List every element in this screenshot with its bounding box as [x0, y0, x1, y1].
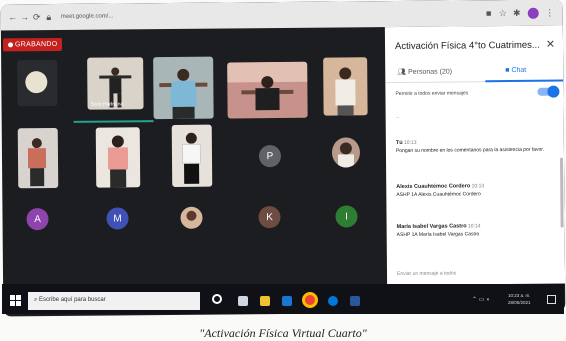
recording-label: GRABANDO [14, 40, 58, 49]
active-speaker-bar [73, 120, 154, 123]
address-bar[interactable]: meet.google.com/... [61, 10, 482, 19]
screen-frame: ← → ⟳ 🔒︎ meet.google.com/... ■ ☆ ✱ ⋮ GRA… [0, 0, 566, 317]
chat-icon: ■ [505, 67, 510, 75]
panel-tabs: 👥︎ Personas (20) ■ Chat [385, 61, 564, 84]
chat-input[interactable]: Enviar un mensaje a todos [397, 270, 456, 277]
chat-message: Tú 10:13 Pongan su nombre en los comenta… [395, 139, 545, 155]
panel-title: Activación Física 4°to Cuatrimes... [394, 39, 540, 53]
avatar-initial: I [335, 205, 358, 228]
windows-taskbar: ⌕ Escribe aquí para buscar ⌃ ▭ ◖ 10:23 a… [2, 284, 564, 314]
menu-icon[interactable]: ⋮ [543, 7, 557, 18]
active-tab-indicator [485, 79, 564, 83]
extensions-icon[interactable]: ✱ [510, 7, 524, 18]
avatar-initial: P [258, 145, 282, 168]
avatar-initial: A [26, 208, 49, 231]
chat-scrollbar[interactable] [560, 157, 564, 228]
avatar [25, 71, 48, 94]
edge-icon[interactable] [328, 296, 338, 306]
participant-tile[interactable] [323, 57, 368, 116]
avatar-initial: K [258, 206, 281, 229]
participant-tile[interactable] [171, 124, 213, 187]
forward-icon[interactable]: → [19, 12, 31, 22]
allow-messages-toggle[interactable] [537, 85, 560, 98]
participant-tile[interactable] [227, 61, 308, 119]
search-icon: ⌕ [34, 297, 38, 303]
participant-tile[interactable] [17, 59, 58, 107]
cortana-icon[interactable] [212, 294, 222, 304]
camera-icon[interactable]: ■ [482, 8, 496, 18]
participant-tile[interactable] [331, 137, 361, 168]
reload-icon[interactable]: ⟳ [31, 12, 43, 23]
profile-avatar[interactable] [527, 7, 539, 19]
toggle-label: Permitir a todos enviar mensajes [395, 90, 469, 98]
avatar [180, 206, 203, 229]
lock-icon: 🔒︎ [46, 11, 52, 22]
notifications-icon[interactable] [547, 295, 556, 304]
participant-tile[interactable] [95, 127, 141, 188]
avatar-initial: M [106, 207, 129, 230]
store-icon[interactable] [282, 296, 292, 306]
close-icon[interactable]: ✕ [546, 38, 555, 51]
word-icon[interactable] [350, 296, 360, 306]
tray-icons[interactable]: ⌃ ▭ ◖ [472, 296, 490, 303]
task-view-icon[interactable] [238, 296, 248, 306]
tab-people[interactable]: 👥︎ Personas (20) [397, 68, 452, 76]
participant-tile[interactable]: Sixto Hadriana [87, 57, 144, 110]
bookmark-star-icon[interactable]: ☆ [496, 8, 510, 19]
recording-badge: GRABANDO [2, 37, 63, 52]
taskbar-search-input[interactable]: ⌕ Escribe aquí para buscar [28, 292, 200, 310]
chat-panel: Activación Física 4°to Cuatrimes... ✕ 👥︎… [384, 25, 566, 286]
chat-message: María Isabel Vargas Castro 10:14 ASHP 1A… [396, 223, 481, 239]
participant-tile[interactable] [17, 127, 59, 189]
chat-message: ... [395, 113, 400, 121]
clock[interactable]: 10:23 a. m. 28/05/2021 [508, 292, 531, 306]
chat-message: Alexis Cuauhtémoc Cordero 10:13 ASHP 1A … [396, 183, 485, 199]
record-dot-icon [7, 42, 14, 48]
participant-name: Sixto Hadriana [90, 101, 124, 108]
people-icon: 👥︎ [397, 68, 407, 76]
back-icon[interactable]: ← [7, 12, 19, 22]
participant-tile[interactable] [153, 56, 214, 120]
photo-caption: "Activación Física Virtual Cuarto" [199, 326, 367, 340]
tab-chat[interactable]: ■ Chat [505, 67, 526, 74]
chrome-icon[interactable] [302, 292, 318, 308]
windows-start-icon[interactable] [10, 295, 22, 307]
photo: ← → ⟳ 🔒︎ meet.google.com/... ■ ☆ ✱ ⋮ GRA… [0, 0, 566, 341]
file-explorer-icon[interactable] [260, 296, 270, 306]
